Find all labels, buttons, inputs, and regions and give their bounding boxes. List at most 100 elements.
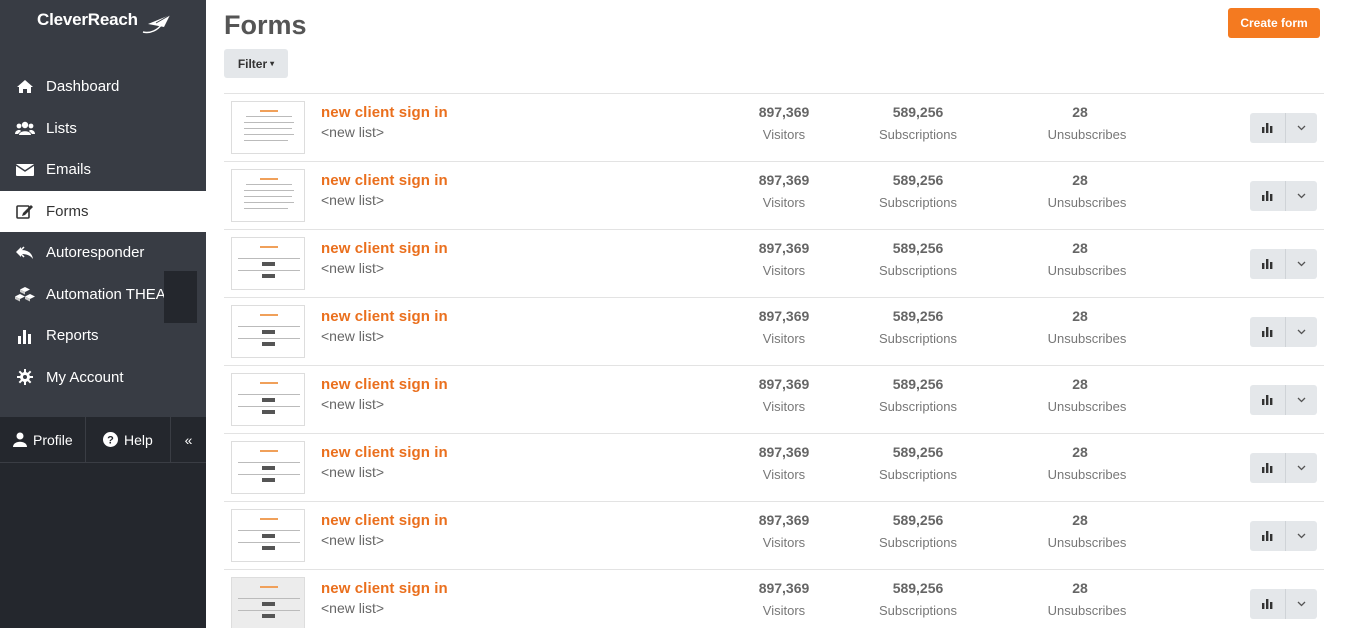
app-window: CleverReach Dashboard Lists Emails Forms… — [0, 0, 1360, 628]
stats-button[interactable] — [1250, 249, 1286, 279]
brand-logo[interactable]: CleverReach — [0, 0, 206, 50]
stats-button[interactable] — [1250, 385, 1286, 415]
form-list-name: <new list> — [321, 464, 385, 480]
subscriptions-label: Subscriptions — [878, 331, 958, 346]
form-name-link[interactable]: new client sign in — [321, 104, 448, 121]
chevron-down-icon — [1297, 533, 1306, 539]
form-name-link[interactable]: new client sign in — [321, 444, 448, 461]
chevron-down-icon — [1297, 261, 1306, 267]
row-actions — [1250, 521, 1317, 551]
form-thumbnail[interactable] — [231, 509, 305, 562]
unsubscribes-value: 28 — [1072, 512, 1088, 528]
unsubscribes-label: Unsubscribes — [1047, 263, 1127, 278]
help-icon: ? — [103, 432, 118, 447]
help-button[interactable]: ? Help — [86, 416, 171, 463]
unsubscribes-label: Unsubscribes — [1047, 331, 1127, 346]
form-name-link[interactable]: new client sign in — [321, 240, 448, 257]
unsubscribes-label: Unsubscribes — [1047, 603, 1127, 618]
subscriptions-value: 589,256 — [892, 172, 944, 188]
bar-chart-icon — [1262, 327, 1273, 337]
sidebar-item-lists[interactable]: Lists — [0, 108, 206, 150]
collapse-sidebar-button[interactable]: « — [171, 417, 206, 463]
stats-button[interactable] — [1250, 317, 1286, 347]
subscriptions-value: 589,256 — [892, 580, 944, 596]
more-actions-dropdown[interactable] — [1286, 317, 1317, 347]
more-actions-dropdown[interactable] — [1286, 181, 1317, 211]
visitors-label: Visitors — [762, 331, 806, 346]
sidebar-item-dashboard[interactable]: Dashboard — [0, 66, 206, 108]
sidebar-item-forms[interactable]: Forms — [0, 190, 206, 232]
row-actions — [1250, 385, 1317, 415]
visitors-label: Visitors — [762, 535, 806, 550]
cubes-icon — [0, 286, 46, 302]
bar-chart-icon — [1262, 463, 1273, 473]
stats-button[interactable] — [1250, 589, 1286, 619]
unsubscribes-label: Unsubscribes — [1047, 399, 1127, 414]
stats-button[interactable] — [1250, 181, 1286, 211]
row-actions — [1250, 317, 1317, 347]
form-name-link[interactable]: new client sign in — [321, 512, 448, 529]
form-name-link[interactable]: new client sign in — [321, 308, 448, 325]
form-name-link[interactable]: new client sign in — [321, 580, 448, 597]
unsubscribes-value: 28 — [1072, 580, 1088, 596]
form-row: new client sign in <new list> 897,369 Vi… — [224, 570, 1324, 628]
subscriptions-value: 589,256 — [892, 444, 944, 460]
envelope-icon — [0, 163, 46, 177]
unsubscribes-value: 28 — [1072, 104, 1088, 120]
chevron-down-icon — [1297, 397, 1306, 403]
form-thumbnail[interactable] — [231, 169, 305, 222]
filter-button[interactable]: Filter ▾ — [224, 49, 288, 78]
form-list-name: <new list> — [321, 124, 385, 140]
sidebar-item-automation-thea[interactable]: Automation THEA — [0, 270, 206, 323]
visitors-value: 897,369 — [758, 104, 810, 120]
unsubscribes-value: 28 — [1072, 172, 1088, 188]
bar-chart-icon — [1262, 395, 1273, 405]
visitors-label: Visitors — [762, 195, 806, 210]
page-title: Forms — [224, 10, 307, 40]
form-thumbnail[interactable] — [231, 237, 305, 290]
form-row: new client sign in <new list> 897,369 Vi… — [224, 162, 1324, 230]
form-list-name: <new list> — [321, 192, 385, 208]
form-thumbnail[interactable] — [231, 101, 305, 154]
form-name-link[interactable]: new client sign in — [321, 172, 448, 189]
visitors-label: Visitors — [762, 603, 806, 618]
more-actions-dropdown[interactable] — [1286, 453, 1317, 483]
unsubscribes-label: Unsubscribes — [1047, 467, 1127, 482]
stats-button[interactable] — [1250, 453, 1286, 483]
create-form-button[interactable]: Create form — [1228, 8, 1320, 38]
form-thumbnail[interactable] — [231, 441, 305, 494]
more-actions-dropdown[interactable] — [1286, 385, 1317, 415]
visitors-value: 897,369 — [758, 444, 810, 460]
stats-button[interactable] — [1250, 113, 1286, 143]
more-actions-dropdown[interactable] — [1286, 249, 1317, 279]
form-name-link[interactable]: new client sign in — [321, 376, 448, 393]
sidebar-item-my-account[interactable]: My Account — [0, 357, 206, 399]
visitors-value: 897,369 — [758, 376, 810, 392]
stats-button[interactable] — [1250, 521, 1286, 551]
more-actions-dropdown[interactable] — [1286, 113, 1317, 143]
unsubscribes-value: 28 — [1072, 240, 1088, 256]
subscriptions-label: Subscriptions — [878, 535, 958, 550]
filter-label: Filter — [237, 56, 268, 71]
unsubscribes-label: Unsubscribes — [1047, 195, 1127, 210]
more-actions-dropdown[interactable] — [1286, 589, 1317, 619]
form-thumbnail[interactable] — [231, 577, 305, 628]
sidebar-item-autoresponder[interactable]: Autoresponder — [0, 232, 206, 274]
chevron-down-icon — [1297, 465, 1306, 471]
profile-button[interactable]: Profile — [0, 416, 86, 463]
row-actions — [1250, 453, 1317, 483]
users-icon — [0, 121, 46, 136]
form-thumbnail[interactable] — [231, 305, 305, 358]
double-chevron-left-icon: « — [184, 431, 193, 448]
bar-chart-icon — [1262, 191, 1273, 201]
subscriptions-label: Subscriptions — [878, 127, 958, 142]
visitors-value: 897,369 — [758, 172, 810, 188]
form-thumbnail[interactable] — [231, 373, 305, 426]
chevron-down-icon — [1297, 125, 1306, 131]
more-actions-dropdown[interactable] — [1286, 521, 1317, 551]
subscriptions-value: 589,256 — [892, 376, 944, 392]
sidebar-item-label: Emails — [46, 161, 92, 179]
sidebar-item-emails[interactable]: Emails — [0, 149, 206, 191]
brand-name: CleverReach — [37, 10, 138, 29]
sidebar-item-reports[interactable]: Reports — [0, 315, 206, 357]
